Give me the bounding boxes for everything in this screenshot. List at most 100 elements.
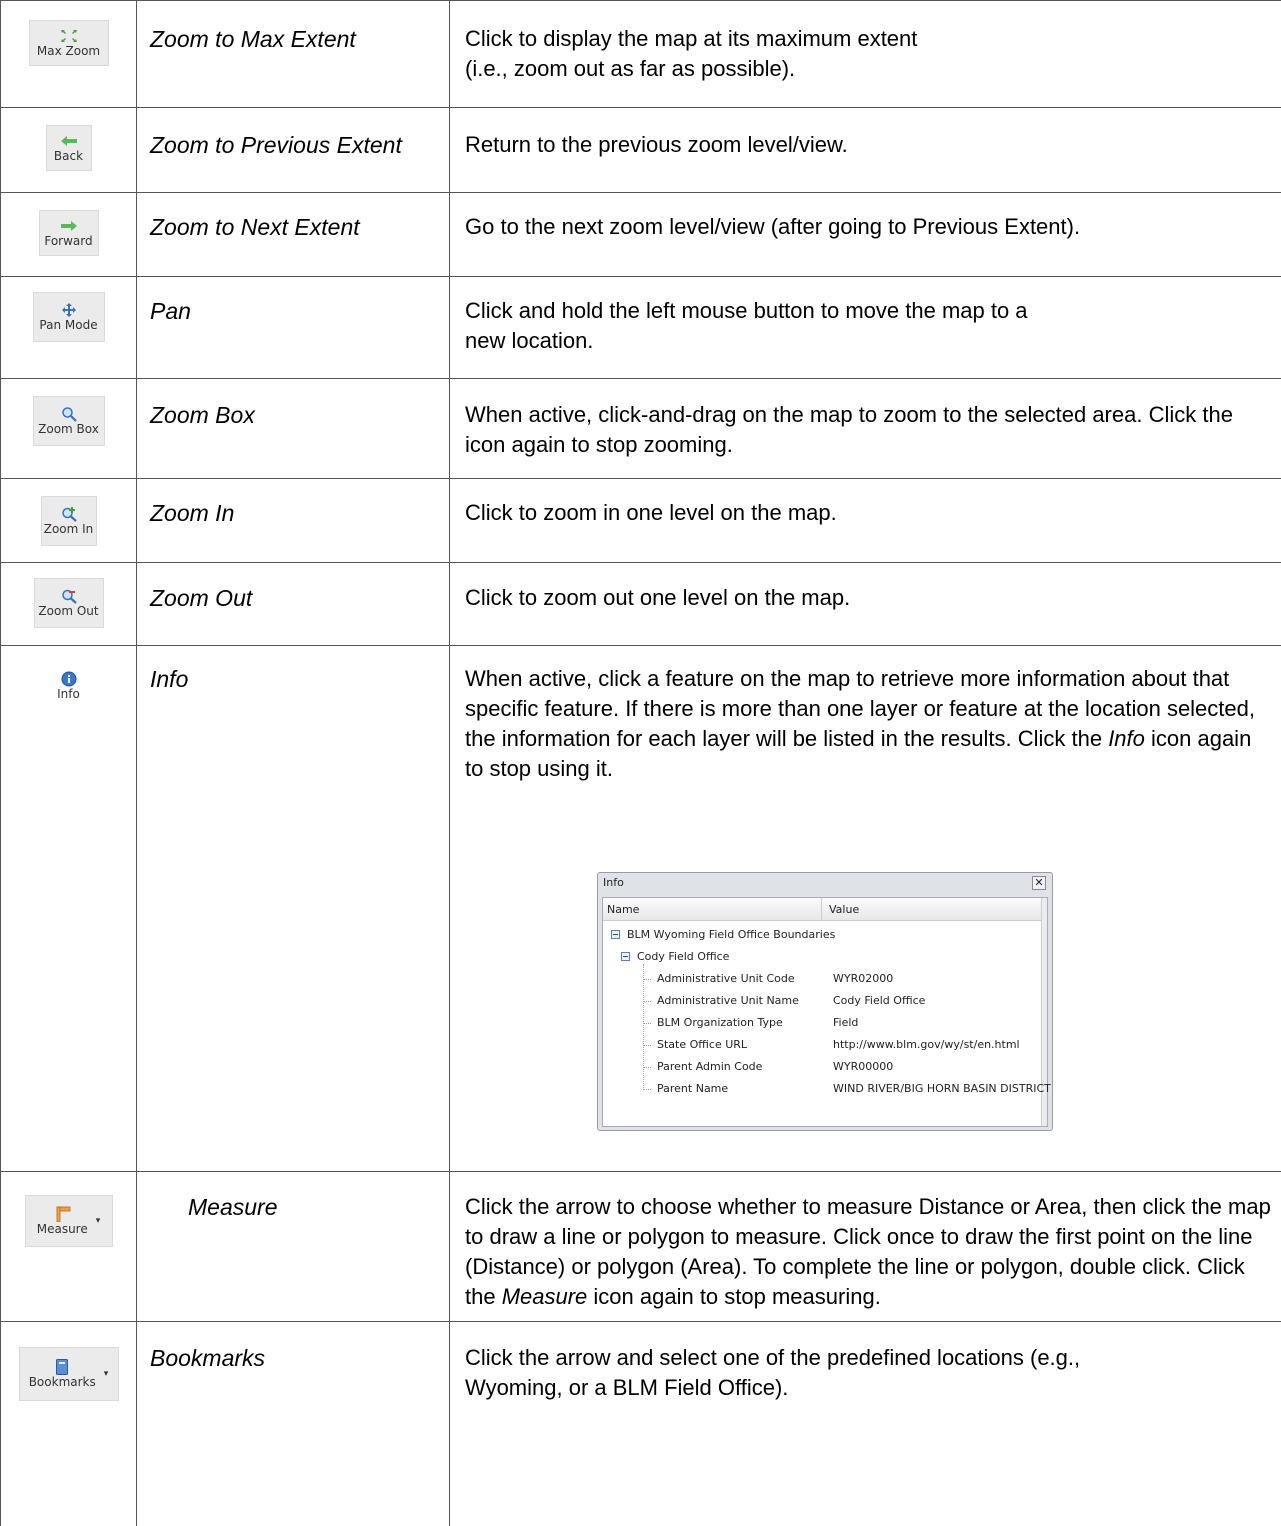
tool-name: Measure: [188, 1194, 278, 1220]
forward-button[interactable]: Forward: [38, 210, 99, 256]
collapse-icon[interactable]: [621, 952, 630, 961]
tool-description: Click and hold the left mouse button to …: [465, 296, 1275, 356]
tree-row-feature[interactable]: Cody Field Office: [603, 946, 1043, 968]
tool-name: Zoom Out: [150, 585, 253, 611]
attribute-row: Parent Name WIND RIVER/BIG HORN BASIN DI…: [603, 1078, 1051, 1100]
attribute-name: State Office URL: [657, 1038, 748, 1051]
button-label: Forward: [44, 233, 93, 248]
measure-button[interactable]: Measure ▾: [24, 1195, 113, 1247]
button-label: Back: [53, 148, 84, 163]
attribute-value: http://www.blm.gov/wy/st/en.html: [833, 1038, 1020, 1051]
button-label: Info: [57, 686, 80, 701]
pan-mode-button[interactable]: Pan Mode: [32, 292, 105, 342]
button-label: Zoom Out: [38, 603, 99, 618]
zoom-in-icon: [61, 506, 77, 522]
description-line: new location.: [465, 328, 594, 353]
zoom-in-button[interactable]: Zoom In: [40, 496, 97, 546]
attribute-row: Administrative Unit Name Cody Field Offi…: [603, 990, 1043, 1012]
bookmarks-button[interactable]: Bookmarks ▾: [18, 1347, 119, 1401]
attribute-value: WYR00000: [833, 1060, 894, 1073]
tool-description: Click to display the map at its maximum …: [465, 24, 1275, 84]
column-divider-1: [136, 0, 137, 1526]
chevron-down-icon[interactable]: ▾: [96, 1216, 101, 1226]
attribute-name: Parent Admin Code: [657, 1060, 763, 1073]
max-zoom-button[interactable]: Max Zoom: [28, 20, 109, 66]
dialog-title: Info: [603, 876, 624, 889]
attribute-value: WIND RIVER/BIG HORN BASIN DISTRICT: [833, 1082, 1051, 1095]
description-line: Wyoming, or a BLM Field Office).: [465, 1375, 789, 1400]
back-button[interactable]: Back: [45, 125, 92, 171]
column-divider: [821, 898, 822, 921]
row-divider: [0, 1171, 1281, 1172]
tree-row-layer[interactable]: BLM Wyoming Field Office Boundaries: [603, 924, 1043, 946]
attribute-value: Field: [833, 1016, 859, 1029]
attribute-name: BLM Organization Type: [657, 1016, 783, 1029]
tool-description: Click to zoom in one level on the map.: [465, 500, 837, 525]
attribute-row: Parent Admin Code WYR00000: [603, 1056, 1043, 1078]
tool-name: Zoom to Previous Extent: [150, 132, 402, 158]
row-divider: [0, 378, 1281, 379]
description-emphasis: Info: [1108, 726, 1145, 751]
tool-name: Zoom to Next Extent: [150, 214, 360, 240]
description-line: (i.e., zoom out as far as possible).: [465, 56, 796, 81]
description-line: Click to display the map at its maximum …: [465, 26, 918, 51]
tool-description: When active, click a feature on the map …: [465, 664, 1275, 784]
description-text: icon again to stop measuring.: [587, 1284, 881, 1309]
zoom-out-icon: [61, 588, 77, 604]
back-arrow-icon: [60, 133, 78, 149]
info-dialog: Info ✕ Name Value BLM Wyoming Field Offi…: [597, 872, 1053, 1131]
tool-name: Zoom In: [150, 500, 235, 526]
attribute-name: Parent Name: [657, 1082, 729, 1095]
tool-name: Zoom Box: [150, 402, 255, 428]
attribute-row: Administrative Unit Code WYR02000: [603, 968, 1043, 990]
tool-name: Bookmarks: [150, 1345, 266, 1371]
column-header-name: Name: [607, 903, 640, 916]
chevron-down-icon[interactable]: ▾: [104, 1369, 109, 1379]
row-divider: [0, 107, 1281, 108]
button-label: Zoom In: [43, 521, 94, 536]
row-divider: [0, 192, 1281, 193]
tool-description: Click the arrow and select one of the pr…: [465, 1343, 1275, 1403]
feature-name: Cody Field Office: [637, 950, 730, 963]
max-zoom-icon: [59, 28, 79, 44]
tool-name: Zoom to Max Extent: [150, 26, 356, 52]
button-label: Bookmarks: [28, 1374, 96, 1389]
column-header-value: Value: [829, 903, 860, 916]
button-label: Zoom Box: [38, 421, 99, 436]
button-label: Pan Mode: [39, 317, 98, 332]
row-divider: [0, 478, 1281, 479]
tool-name: Info: [150, 666, 189, 692]
info-icon: [61, 671, 77, 687]
collapse-icon[interactable]: [611, 930, 620, 939]
forward-arrow-icon: [60, 218, 78, 234]
row-divider: [0, 645, 1281, 646]
tool-description: Click to zoom out one level on the map.: [465, 585, 851, 610]
tool-description: Return to the previous zoom level/view.: [465, 132, 848, 157]
layer-name: BLM Wyoming Field Office Boundaries: [627, 928, 836, 941]
info-button[interactable]: Info: [52, 665, 86, 707]
button-label: Measure: [36, 1221, 88, 1236]
button-label: Max Zoom: [36, 43, 101, 58]
pan-icon: [61, 302, 77, 318]
attribute-value: Cody Field Office: [833, 994, 926, 1007]
dialog-grid: Name Value BLM Wyoming Field Office Boun…: [602, 897, 1051, 1127]
tool-description: Click the arrow to choose whether to mea…: [465, 1192, 1275, 1312]
description-emphasis: Measure: [501, 1284, 588, 1309]
description-line: Click the arrow and select one of the pr…: [465, 1345, 1081, 1370]
zoom-box-button[interactable]: Zoom Box: [32, 396, 105, 446]
attribute-name: Administrative Unit Code: [657, 972, 795, 985]
row-divider: [0, 0, 1281, 1]
attribute-name: Administrative Unit Name: [657, 994, 799, 1007]
bookmark-icon: [55, 1358, 69, 1375]
row-divider: [0, 1321, 1281, 1322]
grid-header: Name Value: [603, 898, 1043, 921]
attribute-value: WYR02000: [833, 972, 894, 985]
attribute-row: State Office URL http://www.blm.gov/wy/s…: [603, 1034, 1043, 1056]
close-icon[interactable]: ✕: [1032, 876, 1046, 890]
row-divider: [0, 276, 1281, 277]
tool-description: When active, click-and-drag on the map t…: [465, 402, 1233, 457]
tool-name: Pan: [150, 298, 191, 324]
row-divider: [0, 562, 1281, 563]
description-line: Click and hold the left mouse button to …: [465, 298, 1028, 323]
zoom-out-button[interactable]: Zoom Out: [33, 578, 104, 628]
